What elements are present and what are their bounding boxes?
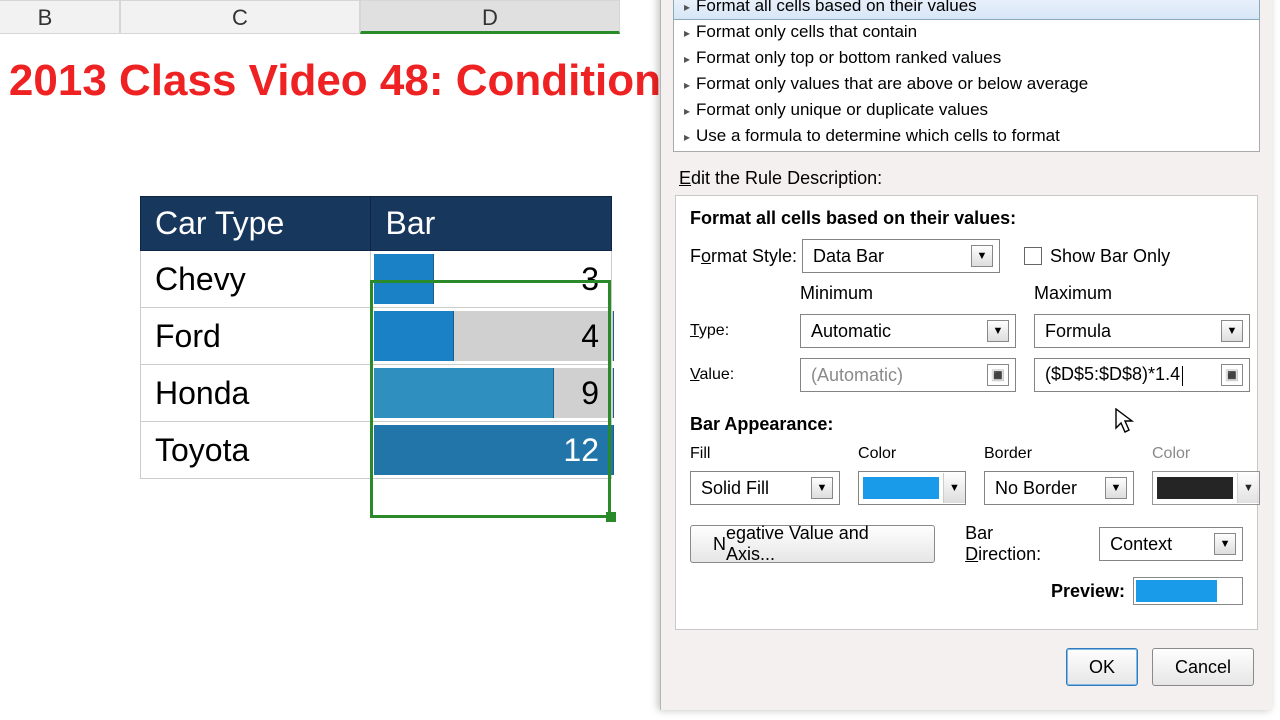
fill-combo[interactable]: Solid Fill▼ <box>690 471 840 505</box>
table-row[interactable]: Honda 9 <box>141 365 612 422</box>
dialog-footer: OK Cancel <box>661 640 1272 694</box>
col-header-b[interactable]: B <box>0 0 120 34</box>
table-row[interactable]: Chevy 3 <box>141 251 612 308</box>
chevron-down-icon: ▼ <box>987 320 1009 342</box>
border-color-label: Color <box>1152 445 1260 463</box>
rule-type-item[interactable]: ▸Format only unique or duplicate values <box>674 97 1259 123</box>
bar-value: 4 <box>581 318 599 355</box>
bar-cell[interactable]: 12 <box>371 422 612 479</box>
chevron-down-icon: ▼ <box>1105 477 1127 499</box>
fill-color-combo[interactable]: ▼ <box>858 471 966 505</box>
min-type-combo[interactable]: Automatic▼ <box>800 314 1016 348</box>
bullet-icon: ▸ <box>684 0 690 14</box>
max-value-input[interactable]: ($D$5:$D$8)*1.4 🔳 <box>1034 358 1250 392</box>
column-headers: B C D <box>0 0 660 34</box>
rule-type-item[interactable]: ▸Format only cells that contain <box>674 19 1259 45</box>
chevron-down-icon: ▼ <box>943 473 965 503</box>
car-name: Honda <box>141 365 371 422</box>
cancel-button[interactable]: Cancel <box>1152 648 1254 686</box>
min-value-input[interactable]: (Automatic) 🔳 <box>800 358 1016 392</box>
bar-cell[interactable]: 9 <box>371 365 612 422</box>
maximum-label: Maximum <box>1034 283 1250 304</box>
minimum-label: Minimum <box>800 283 1016 304</box>
car-name: Toyota <box>141 422 371 479</box>
type-label: Type: <box>690 322 782 340</box>
range-picker-icon[interactable]: 🔳 <box>1221 364 1243 386</box>
edit-description-label: Edit the Rule Description: <box>679 168 1254 189</box>
negative-value-axis-button[interactable]: Negative Value and Axis... <box>690 525 935 563</box>
format-style-combo[interactable]: Data Bar ▼ <box>802 239 1000 273</box>
border-label: Border <box>984 445 1134 463</box>
rule-type-item[interactable]: ▸Format only values that are above or be… <box>674 71 1259 97</box>
color-swatch-icon <box>1157 477 1233 499</box>
show-bar-only-checkbox[interactable]: Show Bar Only <box>1024 246 1170 267</box>
col-header-c[interactable]: C <box>120 0 360 34</box>
col-header-d[interactable]: D <box>360 0 620 34</box>
format-style-label: Format Style: <box>690 246 802 267</box>
bar-direction-label: Bar Direction: <box>965 523 1069 565</box>
bar-cell[interactable]: 3 <box>371 251 612 308</box>
rule-type-item[interactable]: ▸Format all cells based on their values <box>673 0 1260 20</box>
spreadsheet-area: B C D el 2013 Class Video 48: Conditiona… <box>0 0 660 720</box>
chevron-down-icon: ▼ <box>1214 533 1236 555</box>
table-row[interactable]: Ford 4 <box>141 308 612 365</box>
bullet-icon: ▸ <box>684 130 690 144</box>
chevron-down-icon: ▼ <box>1221 320 1243 342</box>
bullet-icon: ▸ <box>684 26 690 40</box>
fill-label: Fill <box>690 445 840 463</box>
formatting-rule-dialog: ▸Format all cells based on their values … <box>660 0 1272 710</box>
rule-type-list: ▸Format all cells based on their values … <box>673 0 1260 152</box>
ok-button[interactable]: OK <box>1066 648 1138 686</box>
checkbox-icon <box>1024 247 1042 265</box>
car-name: Chevy <box>141 251 371 308</box>
bullet-icon: ▸ <box>684 52 690 66</box>
car-name: Ford <box>141 308 371 365</box>
col-header-cartype: Car Type <box>141 197 371 251</box>
page-title: el 2013 Class Video 48: Conditiona <box>0 34 660 106</box>
border-color-combo[interactable]: ▼ <box>1152 471 1260 505</box>
fill-handle[interactable] <box>606 512 616 522</box>
data-table: Car Type Bar Chevy 3 Ford 4 H <box>140 196 612 479</box>
value-label: Value: <box>690 366 782 384</box>
chevron-down-icon: ▼ <box>1237 473 1259 503</box>
bar-cell[interactable]: 4 <box>371 308 612 365</box>
col-header-bar: Bar <box>371 197 612 251</box>
color-label: Color <box>858 445 966 463</box>
rule-description-panel: Format all cells based on their values: … <box>675 195 1258 630</box>
border-combo[interactable]: No Border▼ <box>984 471 1134 505</box>
preview-label: Preview: <box>1051 581 1125 602</box>
bullet-icon: ▸ <box>684 78 690 92</box>
bar-appearance-heading: Bar Appearance: <box>690 414 1243 435</box>
table-row[interactable]: Toyota 12 <box>141 422 612 479</box>
range-picker-icon[interactable]: 🔳 <box>987 364 1009 386</box>
bar-value: 3 <box>581 261 599 298</box>
color-swatch-icon <box>863 477 939 499</box>
panel-heading: Format all cells based on their values: <box>690 208 1243 229</box>
show-bar-only-label: Show Bar Only <box>1050 246 1170 267</box>
preview-swatch <box>1133 577 1243 605</box>
bar-value: 12 <box>563 432 599 469</box>
rule-type-item[interactable]: ▸Format only top or bottom ranked values <box>674 45 1259 71</box>
bar-value: 9 <box>581 375 599 412</box>
rule-type-item[interactable]: ▸Use a formula to determine which cells … <box>674 123 1259 149</box>
chevron-down-icon: ▼ <box>811 477 833 499</box>
bullet-icon: ▸ <box>684 104 690 118</box>
max-type-combo[interactable]: Formula▼ <box>1034 314 1250 348</box>
chevron-down-icon: ▼ <box>971 245 993 267</box>
bar-direction-combo[interactable]: Context▼ <box>1099 527 1243 561</box>
